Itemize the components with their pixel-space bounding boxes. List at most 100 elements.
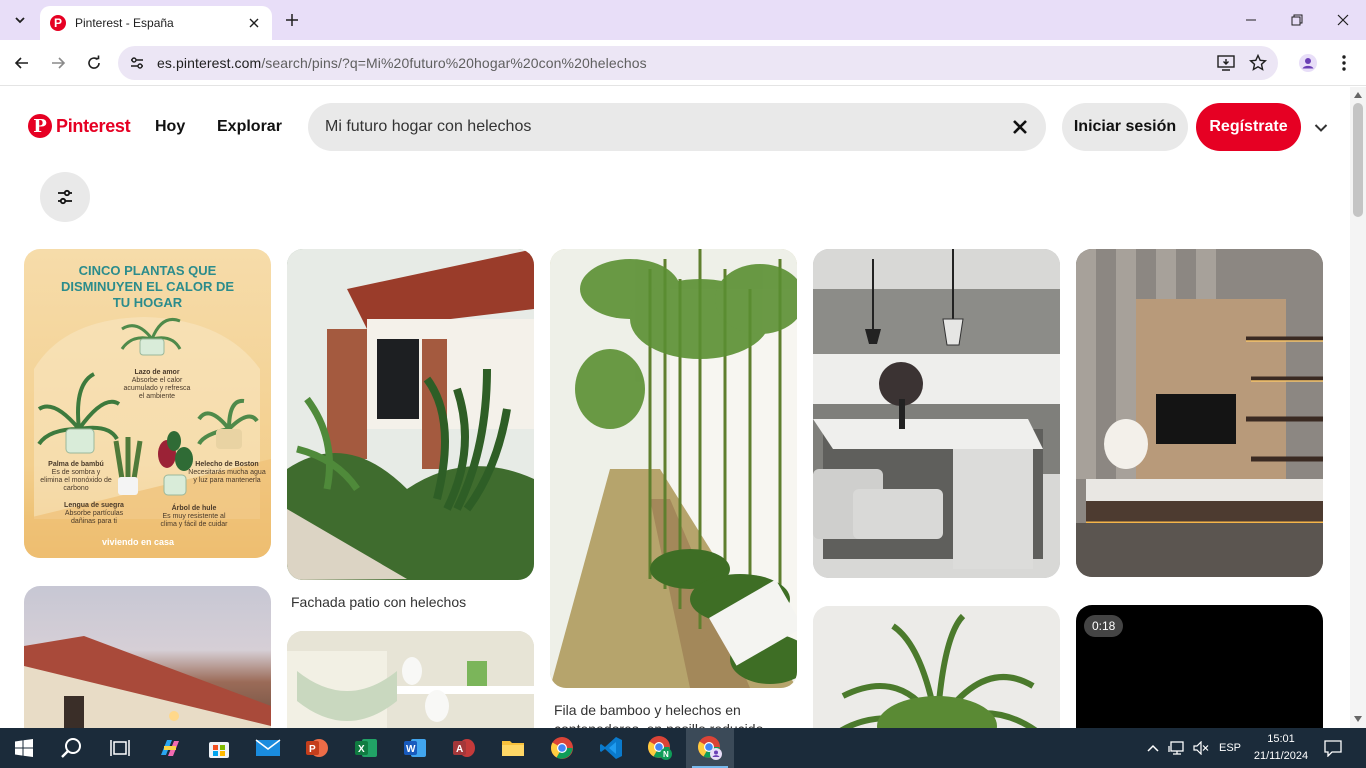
svg-text:P: P	[309, 744, 316, 755]
restore-button[interactable]	[1274, 4, 1320, 36]
input-language-button[interactable]: ESP	[1214, 728, 1246, 768]
svg-text:N: N	[663, 750, 669, 759]
vscode-icon	[600, 737, 622, 759]
file-explorer-app[interactable]	[489, 728, 537, 768]
install-app-button[interactable]	[1212, 49, 1240, 77]
chrome-icon	[551, 737, 573, 759]
palma-title: Palma de bambú	[48, 461, 104, 468]
arbol-block: Árbol de hule Es muy resistente al clima …	[154, 505, 234, 529]
page-scrollbar[interactable]	[1350, 87, 1366, 728]
filter-button[interactable]	[40, 172, 90, 222]
volume-muted-icon	[1193, 741, 1209, 755]
living-room-photo-image	[1076, 249, 1323, 577]
triangle-up-icon	[1354, 92, 1362, 98]
palma-block: Palma de bambú Es de sombra y elimina el …	[40, 461, 112, 493]
bamboo-caption[interactable]: Fila de bamboo y helechos en contenedore…	[554, 701, 786, 728]
pin-gray-kitchen[interactable]	[813, 249, 1060, 578]
copilot-app[interactable]	[146, 728, 194, 768]
folder-icon	[502, 741, 524, 756]
access-app[interactable]: A	[440, 728, 488, 768]
powerpoint-icon: P	[306, 739, 328, 757]
pin-house-exterior[interactable]	[24, 586, 271, 728]
scroll-up-arrow[interactable]	[1354, 91, 1362, 99]
lengua-title: Lengua de suegra	[64, 502, 124, 509]
login-button[interactable]: Iniciar sesión	[1062, 103, 1188, 151]
task-view-icon	[110, 740, 130, 756]
pin-patio-ferns[interactable]	[287, 249, 534, 580]
network-button[interactable]	[1166, 728, 1188, 768]
pin-kitchen-shelf[interactable]	[287, 631, 534, 728]
back-button[interactable]	[8, 49, 36, 77]
mail-app[interactable]	[244, 728, 292, 768]
notification-icon	[1324, 740, 1342, 757]
pin-fern-pot[interactable]	[813, 606, 1060, 728]
scroll-down-arrow[interactable]	[1354, 715, 1362, 723]
close-icon	[249, 18, 259, 28]
clock-date: 21/11/2024	[1253, 750, 1309, 762]
close-window-button[interactable]	[1320, 4, 1366, 36]
site-info-button[interactable]	[122, 48, 152, 78]
forward-button[interactable]	[44, 49, 72, 77]
vscode-app[interactable]	[587, 728, 635, 768]
house-photo-image	[24, 636, 271, 728]
copilot-icon	[161, 740, 179, 756]
bookmark-button[interactable]	[1244, 49, 1272, 77]
chrome-profile-n-app[interactable]: N	[636, 728, 684, 768]
search-button[interactable]	[48, 728, 96, 768]
filter-icon	[58, 189, 72, 205]
svg-text:X: X	[358, 744, 365, 755]
signup-button[interactable]: Regístrate	[1196, 103, 1301, 151]
more-options-button[interactable]	[1310, 117, 1332, 139]
fern-pot-photo-image	[813, 606, 1060, 728]
chevron-down-icon	[15, 17, 25, 24]
network-icon	[1168, 741, 1184, 755]
pinterest-logo[interactable]: P Pinterest	[28, 114, 131, 138]
scroll-thumb[interactable]	[1353, 103, 1363, 217]
windows-logo-icon	[15, 739, 33, 757]
tab-search-button[interactable]	[6, 6, 34, 34]
start-button[interactable]	[0, 728, 48, 768]
search-clear-button[interactable]	[1006, 113, 1034, 141]
arbol-title: Árbol de hule	[171, 505, 217, 512]
nav-today-link[interactable]: Hoy	[155, 118, 185, 136]
patio-caption[interactable]: Fachada patio con helechos	[291, 593, 466, 612]
excel-app[interactable]: X	[342, 728, 390, 768]
word-app[interactable]: W	[391, 728, 439, 768]
word-icon: W	[404, 739, 426, 757]
profile-button[interactable]	[1294, 49, 1322, 77]
pin-video[interactable]: 0:18	[1076, 605, 1323, 728]
powerpoint-app[interactable]: P	[293, 728, 341, 768]
volume-button[interactable]	[1190, 728, 1212, 768]
chevron-up-icon	[1147, 744, 1159, 752]
chrome-app[interactable]	[538, 728, 586, 768]
address-bar[interactable]: es.pinterest.com/search/pins/?q=Mi%20fut…	[118, 46, 1278, 80]
task-view-button[interactable]	[96, 728, 144, 768]
lengua-block: Lengua de suegra Absorbe partículas dañin…	[54, 502, 134, 526]
new-tab-button[interactable]	[280, 8, 304, 32]
tab-close-button[interactable]	[246, 15, 262, 31]
taskbar-clock[interactable]: 15:01 21/11/2024	[1246, 731, 1316, 765]
restore-icon	[1291, 14, 1303, 26]
pin-living-room-tv[interactable]	[1076, 249, 1323, 577]
gray-kitchen-photo-image	[813, 249, 1060, 578]
browser-menu-button[interactable]	[1330, 49, 1358, 77]
pinterest-favicon-icon: P	[50, 15, 66, 31]
helecho-text: Necesitarás mucha agua y luz para manten…	[188, 469, 266, 484]
nav-explore-link[interactable]: Explorar	[217, 118, 282, 136]
notifications-button[interactable]	[1318, 728, 1348, 768]
minimize-button[interactable]	[1228, 4, 1274, 36]
lazo-block: Lazo de amor Absorbe el calor acumulado y…	[122, 369, 192, 401]
chrome-profile-active-app[interactable]	[686, 728, 734, 768]
show-hidden-icons-button[interactable]	[1144, 728, 1162, 768]
pin-infographic[interactable]: CINCO PLANTAS QUE DISMINUYEN EL CALOR DE…	[24, 249, 271, 558]
reload-button[interactable]	[80, 49, 108, 77]
browser-tab[interactable]: P Pinterest - España	[40, 6, 272, 40]
helecho-title: Helecho de Boston	[195, 461, 259, 468]
reload-icon	[88, 55, 100, 69]
search-bar	[308, 103, 1046, 151]
svg-text:W: W	[406, 744, 416, 755]
store-app[interactable]	[195, 728, 243, 768]
pinterest-page: P Pinterest Hoy Explorar Iniciar sesión …	[0, 87, 1350, 728]
search-input[interactable]	[325, 118, 985, 136]
pin-bamboo-corridor[interactable]	[550, 249, 797, 688]
